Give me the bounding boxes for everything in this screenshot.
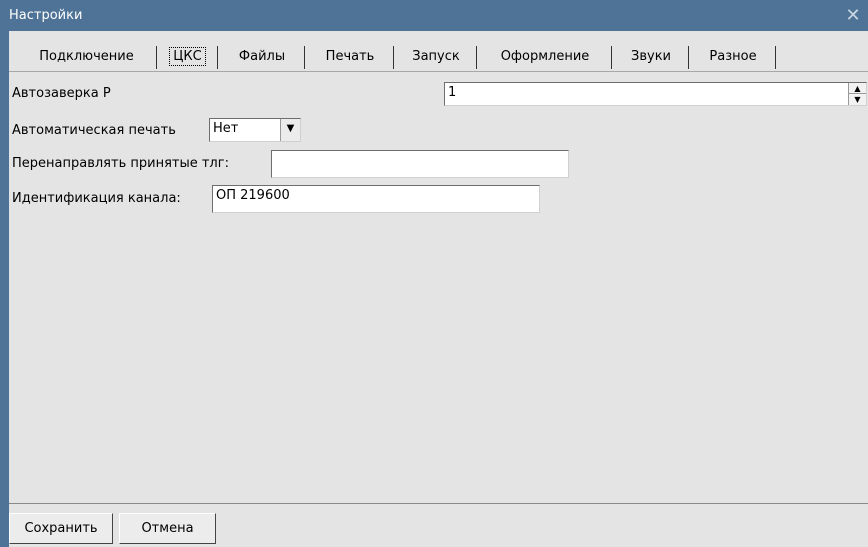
tab-label: Разное	[709, 49, 757, 64]
tab-separator	[476, 46, 477, 69]
tab-podklyuchenie[interactable]: Подключение	[17, 45, 157, 69]
button-bar: Сохранить Отмена	[9, 503, 868, 547]
tab-fayly[interactable]: Файлы	[220, 45, 305, 69]
autozaverka-value: 1	[448, 85, 457, 100]
autozaverka-label: Автозаверка Р	[12, 86, 111, 101]
tab-separator	[156, 46, 157, 69]
tab-separator	[304, 46, 305, 69]
channel-id-input[interactable]: ОП 219600	[212, 185, 540, 213]
redirect-input[interactable]	[271, 150, 569, 178]
tab-bar: Подключение ЦКС Файлы Печать Запуск Офор…	[9, 42, 868, 72]
window-title: Настройки	[9, 8, 83, 23]
channel-id-label: Идентификация канала:	[12, 191, 181, 206]
tab-zvuki[interactable]: Звуки	[614, 45, 689, 69]
chevron-down-icon[interactable]: ▼	[280, 119, 300, 141]
spin-buttons: ▲ ▼	[848, 83, 866, 105]
arrow-up-icon[interactable]: ▲	[849, 83, 866, 94]
tab-raznoe[interactable]: Разное	[691, 45, 776, 69]
autoprint-select[interactable]: Нет ▼	[209, 118, 301, 142]
tab-label: Подключение	[39, 49, 134, 64]
tab-separator	[688, 46, 689, 69]
autozaverka-spinbox[interactable]: 1 ▲ ▼	[444, 82, 867, 106]
close-icon[interactable]: ✕	[843, 6, 863, 26]
tab-separator	[393, 46, 394, 69]
redirect-label: Перенаправлять принятые тлг:	[12, 156, 229, 171]
tab-label: Оформление	[500, 49, 590, 64]
tab-label: Печать	[325, 49, 375, 64]
settings-window: Настройки ✕ Подключение ЦКС Файлы Печать…	[0, 0, 868, 547]
autoprint-label: Автоматическая печать	[12, 123, 176, 138]
channel-id-value: ОП 219600	[216, 188, 290, 203]
arrow-down-icon[interactable]: ▼	[849, 94, 866, 105]
tab-oformlenie[interactable]: Оформление	[479, 45, 612, 69]
tab-zapusk[interactable]: Запуск	[396, 45, 477, 69]
cancel-button[interactable]: Отмена	[119, 513, 216, 544]
tab-separator	[217, 46, 218, 69]
tab-pechat[interactable]: Печать	[307, 45, 394, 69]
title-bar: Настройки ✕	[0, 0, 868, 31]
tab-label: Звуки	[631, 49, 671, 64]
tab-separator	[775, 46, 776, 69]
dialog-body: Подключение ЦКС Файлы Печать Запуск Офор…	[9, 31, 868, 547]
tab-label: ЦКС	[169, 47, 206, 66]
tab-label: Файлы	[238, 49, 286, 64]
tab-separator	[611, 46, 612, 69]
tab-cks[interactable]: ЦКС	[158, 45, 218, 69]
tab-label: Запуск	[412, 49, 460, 64]
save-button[interactable]: Сохранить	[9, 513, 113, 544]
autoprint-value: Нет	[213, 121, 239, 136]
